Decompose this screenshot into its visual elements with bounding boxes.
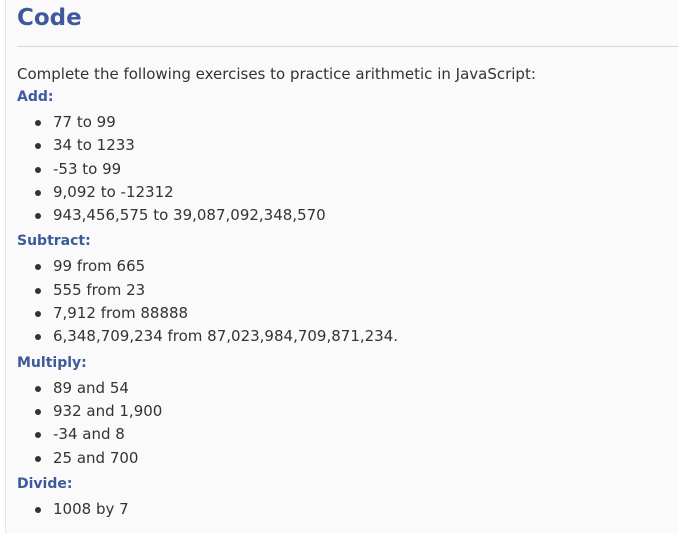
list-item: 89 and 54 xyxy=(17,377,678,400)
bullet-icon xyxy=(35,287,41,294)
list-item: 943,456,575 to 39,087,092,348,570 xyxy=(17,204,678,227)
exercise-content: Complete the following exercises to prac… xyxy=(17,63,678,524)
list-item: 34 to 1233 xyxy=(17,134,678,157)
list-item: 932 and 1,900 xyxy=(17,400,678,423)
add-list: 77 to 99 34 to 1233 -53 to 99 9,092 to -… xyxy=(17,109,678,230)
page-content: Code Complete the following exercises to… xyxy=(5,0,678,533)
section-heading-multiply: Multiply: xyxy=(17,354,87,371)
list-item: -34 and 8 xyxy=(17,423,678,446)
section-heading-add: Add: xyxy=(17,89,54,105)
subtract-section: Subtract: 99 from 665 555 from 23 7,912 … xyxy=(17,230,678,351)
list-item: 77 to 99 xyxy=(17,111,678,134)
bullet-icon xyxy=(35,166,41,173)
subtract-list: 99 from 665 555 from 23 7,912 from 88888… xyxy=(17,253,678,351)
bullet-icon xyxy=(35,143,41,150)
list-item: 99 from 665 xyxy=(17,255,678,278)
divide-section: Divide: 1008 by 7 xyxy=(17,473,678,524)
bullet-icon xyxy=(35,264,41,271)
list-item: 9,092 to -12312 xyxy=(17,181,678,204)
section-heading-subtract: Subtract: xyxy=(17,233,91,250)
bullet-icon xyxy=(35,432,41,439)
bullet-icon xyxy=(35,213,41,220)
list-item: 6,348,709,234 from 87,023,984,709,871,23… xyxy=(17,325,678,348)
multiply-list: 89 and 54 932 and 1,900 -34 and 8 25 and… xyxy=(17,375,678,473)
section-heading-divide: Divide: xyxy=(17,475,73,492)
list-item: 25 and 700 xyxy=(17,447,678,470)
bullet-icon xyxy=(35,189,41,196)
bullet-icon xyxy=(35,334,41,341)
list-item: 1008 by 7 xyxy=(17,498,678,521)
bullet-icon xyxy=(35,506,41,513)
list-item: 555 from 23 xyxy=(17,279,678,302)
bullet-icon xyxy=(35,408,41,415)
divide-list: 1008 by 7 xyxy=(17,496,678,524)
list-item: 7,912 from 88888 xyxy=(17,302,678,325)
bullet-icon xyxy=(35,455,41,462)
add-section: Add: 77 to 99 34 to 1233 -53 to 99 9,092… xyxy=(17,86,678,230)
bullet-icon xyxy=(35,311,41,318)
bullet-icon xyxy=(35,120,41,126)
multiply-section: Multiply: 89 and 54 932 and 1,900 -34 an… xyxy=(17,352,678,473)
intro-text: Complete the following exercises to prac… xyxy=(17,65,536,83)
bullet-icon xyxy=(35,385,41,392)
page-title: Code xyxy=(17,5,82,31)
title-divider xyxy=(17,46,678,47)
list-item: -53 to 99 xyxy=(17,158,678,181)
